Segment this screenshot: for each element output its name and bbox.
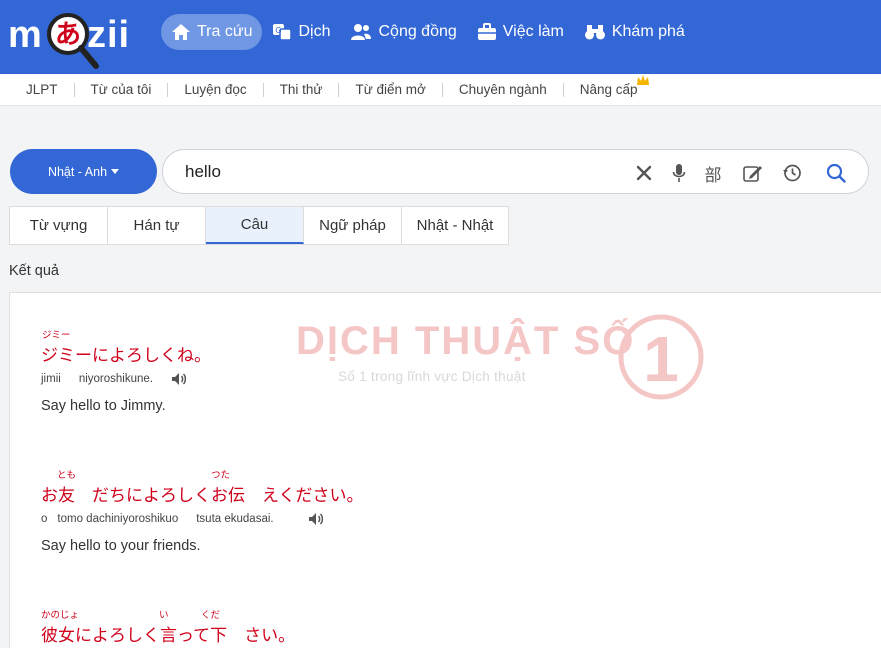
furigana: かのじょ: [41, 610, 80, 621]
romaji-word: o: [41, 513, 48, 525]
nav-item-label: Dịch: [298, 23, 331, 40]
history-icon[interactable]: [781, 162, 803, 184]
example-sentence: かのじょ い くだ 彼女によろしく言って下 さい。: [41, 610, 296, 646]
subnav-item-my-words[interactable]: Từ của tôi: [75, 82, 169, 97]
romaji-word: tomo dachiniyoroshikuo: [57, 513, 179, 525]
romaji-word: niyoroshikune.: [78, 373, 153, 385]
watermark-title: DỊCH THUẬT SỐ: [296, 319, 636, 363]
example-sentence: ジミー ジミーによろしくね。 jimii niyoroshikune. Say …: [41, 330, 211, 414]
result-tabs: Từ vựng Hán tự Câu Ngữ pháp Nhật - Nhật: [9, 206, 509, 245]
japanese-text: 下: [210, 626, 228, 646]
japanese-text: 言: [160, 626, 177, 646]
logo-text-left: m: [8, 14, 43, 56]
example-sentence: とも つた お友 だちによろしくお伝 えください。 o tomo dachini…: [41, 470, 364, 554]
subnav-item-mock-test[interactable]: Thi thử: [264, 82, 340, 97]
furigana: ジミー: [42, 330, 71, 341]
furigana: つた: [211, 470, 231, 481]
speaker-icon[interactable]: [171, 372, 187, 386]
japanese-text: さい。: [227, 626, 296, 646]
briefcase-icon: [477, 23, 496, 40]
example-meaning: Say hello to your friends.: [41, 538, 201, 554]
users-icon: [351, 24, 372, 40]
home-icon: [172, 24, 190, 40]
tab-grammar[interactable]: Ngữ pháp: [304, 207, 402, 244]
example-romaji: jimii niyoroshikune.: [41, 372, 211, 386]
language-select-button[interactable]: Nhật - Anh: [10, 149, 157, 194]
logo-text-right: zii: [87, 14, 131, 56]
main-nav: Tra cứu G Dịch Cộng đồng Việc làm Khám p…: [161, 14, 695, 50]
results-card: DỊCH THUẬT SỐ Số 1 trong lĩnh vực Dịch t…: [9, 292, 881, 648]
watermark-number: 1: [643, 323, 679, 395]
subnav-item-reading[interactable]: Luyện đọc: [168, 82, 264, 97]
results-heading: Kết quả: [9, 263, 59, 279]
example-japanese[interactable]: ジミー ジミーによろしくね。: [41, 330, 211, 366]
nav-item-jobs[interactable]: Việc làm: [467, 14, 574, 50]
japanese-text: 友: [58, 486, 75, 506]
japanese-text: 彼女: [41, 626, 75, 646]
binoculars-icon: [584, 25, 605, 40]
japanese-text: ジミーによろしくね。: [41, 346, 211, 366]
nav-item-lookup[interactable]: Tra cứu: [161, 14, 263, 50]
furigana: とも: [57, 470, 77, 481]
japanese-text: によろしく: [75, 626, 160, 646]
radical-icon[interactable]: 部: [702, 162, 724, 186]
nav-item-translate[interactable]: G Dịch: [262, 14, 340, 50]
furigana: くだ: [201, 610, 221, 621]
japanese-text: 伝: [228, 486, 245, 506]
japanese-text: って: [177, 626, 211, 646]
microphone-icon[interactable]: [668, 162, 690, 184]
example-meaning: Say hello to Jimmy.: [41, 398, 166, 414]
japanese-text: えください。: [245, 486, 364, 506]
nav-item-explore[interactable]: Khám phá: [574, 14, 695, 50]
mazii-logo[interactable]: m あ zii: [8, 8, 138, 69]
crown-icon: [636, 74, 649, 85]
tab-japanese-japanese[interactable]: Nhật - Nhật: [402, 207, 508, 244]
translate-icon: G: [273, 24, 293, 41]
subnav-item-upgrade[interactable]: Nâng cấp: [564, 74, 656, 97]
subnav-item-label: Nâng cấp: [579, 81, 638, 97]
search-box: 部: [162, 149, 869, 194]
watermark-subtitle: Số 1 trong lĩnh vực Dịch thuật: [338, 369, 526, 384]
svg-text:G: G: [276, 26, 282, 35]
tab-vocabulary[interactable]: Từ vựng: [10, 207, 108, 244]
example-romaji: o tomo dachiniyoroshikuo tsuta ekudasai.: [41, 512, 364, 526]
search-input[interactable]: [185, 158, 605, 186]
nav-item-label: Tra cứu: [197, 23, 253, 40]
romaji-word: jimii: [41, 373, 61, 385]
nav-item-label: Khám phá: [611, 23, 685, 40]
subnav-item-specialized[interactable]: Chuyên ngành: [443, 82, 564, 97]
subnav-item-jlpt[interactable]: JLPT: [10, 82, 75, 97]
search-icon[interactable]: [825, 162, 847, 184]
nav-item-label: Cộng đồng: [378, 23, 457, 40]
nav-item-label: Việc làm: [502, 23, 564, 40]
language-select-label: Nhật - Anh: [47, 164, 108, 179]
example-japanese[interactable]: とも つた お友 だちによろしくお伝 えください。: [41, 470, 364, 506]
subnav-item-open-dictionary[interactable]: Từ điển mở: [339, 82, 443, 97]
example-japanese[interactable]: かのじょ い くだ 彼女によろしく言って下 さい。: [41, 610, 296, 646]
japanese-text: お: [41, 486, 58, 506]
speaker-icon[interactable]: [308, 512, 324, 526]
sub-navbar: JLPT Từ của tôi Luyện đọc Thi thử Từ điể…: [0, 74, 881, 106]
logo-kana: あ: [55, 20, 81, 50]
handwrite-icon[interactable]: [742, 162, 764, 184]
caret-down-icon: [111, 169, 120, 174]
watermark: DỊCH THUẬT SỐ Số 1 trong lĩnh vực Dịch t…: [296, 311, 716, 401]
japanese-text: だちによろしくお: [75, 486, 228, 506]
tab-sentences[interactable]: Câu: [206, 207, 304, 244]
clear-icon[interactable]: [633, 162, 655, 184]
romaji-word: tsuta ekudasai.: [196, 513, 274, 525]
top-navbar: m あ zii Tra cứu G Dịch Cộng đồng Việc là…: [0, 0, 881, 74]
watermark-logo-icon: 1: [618, 314, 704, 400]
tab-kanji[interactable]: Hán tự: [108, 207, 206, 244]
nav-item-community[interactable]: Cộng đồng: [340, 14, 466, 50]
furigana: い: [159, 610, 169, 621]
